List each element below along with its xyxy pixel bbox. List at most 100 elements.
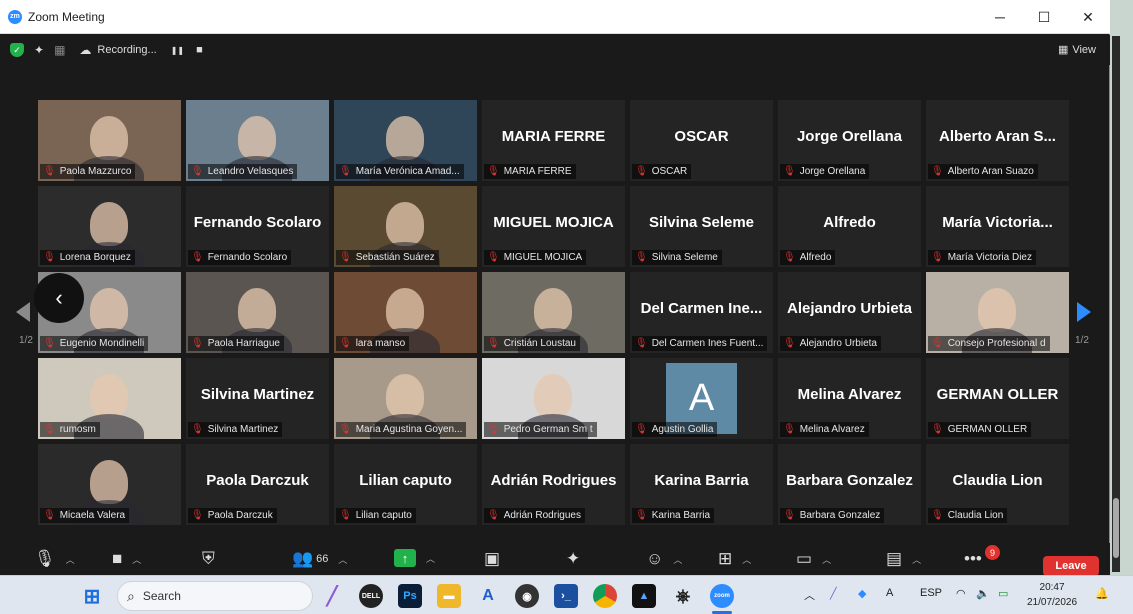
participant-tile[interactable]: 🎙 rumosm	[38, 358, 181, 439]
audio-control[interactable]: 🎙 ︿	[34, 549, 75, 569]
wifi-icon[interactable]: ◠	[956, 587, 966, 600]
more-control[interactable]: •••	[964, 549, 982, 569]
battery-icon[interactable]: ▭	[998, 587, 1008, 600]
apps-grid-icon[interactable]: ▦	[54, 43, 65, 57]
participant-tile[interactable]: Silvina Martinez 🎙 Silvina Martinez	[186, 358, 329, 439]
volume-icon[interactable]: 🔈	[976, 587, 990, 600]
chevron-up-icon[interactable]: ︿	[66, 553, 75, 566]
participant-tile[interactable]: Melina Alvarez 🎙 Melina Alvarez	[778, 358, 921, 439]
participants-control[interactable]: 👥 66 ︿	[292, 549, 347, 569]
window-scrollbar[interactable]	[1112, 36, 1120, 572]
language-bar-icon[interactable]: A	[886, 587, 893, 599]
participant-tile[interactable]: Lilian caputo 🎙 Lilian caputo	[334, 444, 477, 525]
scrollbar-thumb[interactable]	[1113, 498, 1119, 558]
view-button[interactable]: ▦ View	[1058, 43, 1096, 57]
close-button[interactable]: ✕	[1066, 0, 1110, 34]
participant-tile[interactable]: Adrián Rodrigues 🎙 Adrián Rodrigues	[482, 444, 625, 525]
participant-tile[interactable]: Alejandro Urbieta 🎙 Alejandro Urbieta	[778, 272, 921, 353]
camera-icon: ■	[112, 549, 123, 568]
notification-bell-icon[interactable]: 🔔	[1095, 587, 1109, 600]
participant-tile[interactable]: Alfredo 🎙 Alfredo	[778, 186, 921, 267]
participant-tile[interactable]: María Victoria... 🎙 María Victoria Diez	[926, 186, 1069, 267]
start-windows-icon[interactable]: ⊞	[80, 584, 104, 608]
chevron-up-icon[interactable]: ︿	[132, 553, 141, 566]
participant-tile[interactable]: A 🎙 Agustin Gollia	[630, 358, 773, 439]
participant-tile[interactable]: Del Carmen Ine... 🎙 Del Carmen Ines Fuent.…	[630, 272, 773, 353]
file-explorer-icon[interactable]: ▬	[437, 584, 461, 608]
prev-page-arrow-icon[interactable]	[16, 302, 30, 322]
reactions-control[interactable]: ☺ ︿	[646, 549, 682, 569]
participant-tile[interactable]: 🎙 Lorena Borquez	[38, 186, 181, 267]
participant-tile[interactable]: Alberto Aran S... 🎙 Alberto Aran Suazo	[926, 100, 1069, 181]
stop-recording-button[interactable]: ■	[196, 44, 203, 56]
taskbar-search[interactable]: ⌕ Search	[117, 581, 313, 611]
chevron-up-icon[interactable]: ︿	[822, 553, 831, 566]
participant-tile[interactable]: 🎙 Pedro German Sm t	[482, 358, 625, 439]
participant-tile[interactable]: Paola Darczuk 🎙 Paola Darczuk	[186, 444, 329, 525]
participant-tile[interactable]: OSCAR 🎙 OSCAR	[630, 100, 773, 181]
participant-name: Fernando Scolaro	[207, 252, 288, 263]
ai-companion-icon[interactable]: ✦	[34, 43, 44, 57]
system-clock[interactable]: 20:47 21/07/2026	[1027, 580, 1077, 610]
participant-tile[interactable]: 🎙 Cristián Loustau	[482, 272, 625, 353]
chevron-up-icon[interactable]: ︿	[426, 552, 435, 565]
participant-tile[interactable]: 🎙 Consejo Profesional d	[926, 272, 1069, 353]
vector-app-icon[interactable]: ▲	[632, 584, 656, 608]
participant-display-name: Fernando Scolaro	[193, 214, 322, 231]
participant-tile[interactable]: 🎙 Micaela Valera	[38, 444, 181, 525]
participant-tile[interactable]: 🎙 Sebastián Suárez	[334, 186, 477, 267]
pen-tray-icon[interactable]: ╱	[830, 587, 837, 600]
participant-tile[interactable]: Silvina Seleme 🎙 Silvina Seleme	[630, 186, 773, 267]
dell-app-icon[interactable]: DELL	[359, 584, 383, 608]
zoom-taskbar-icon[interactable]: zoom	[710, 584, 734, 608]
input-language-label[interactable]: ESP	[920, 587, 942, 599]
participant-tile[interactable]: GERMAN OLLER 🎙 GERMAN OLLER	[926, 358, 1069, 439]
participant-silhouette	[386, 116, 424, 160]
participant-tile[interactable]: 🎙 María Verónica Amad...	[334, 100, 477, 181]
participant-tile[interactable]: Karina Barria 🎙 Karina Barria	[630, 444, 773, 525]
video-control[interactable]: ■ ︿	[112, 549, 141, 569]
chrome-browser-icon[interactable]	[593, 584, 617, 608]
participant-tile[interactable]: 🎙 Maria Agustina Goyen...	[334, 358, 477, 439]
font-app-icon[interactable]: A	[476, 584, 500, 608]
chevron-up-icon[interactable]: ︿	[742, 553, 751, 566]
participant-tile[interactable]: 🎙 lara manso	[334, 272, 477, 353]
participant-name-caption: 🎙 MIGUEL MOJICA	[484, 250, 587, 265]
camera-app-icon[interactable]: ◉	[515, 584, 539, 608]
participant-tile[interactable]: Fernando Scolaro 🎙 Fernando Scolaro	[186, 186, 329, 267]
whiteboard-control[interactable]: ▭ ︿	[796, 549, 831, 569]
apps-control[interactable]: ⊞ ︿	[718, 549, 751, 569]
muted-mic-icon: 🎙	[931, 338, 944, 349]
participant-tile[interactable]: 🎙 Paola Mazzurco	[38, 100, 181, 181]
photoshop-app-icon[interactable]: Ps	[398, 584, 422, 608]
maximize-button[interactable]: ☐	[1022, 0, 1066, 34]
cloud-tray-icon[interactable]: ◆	[858, 587, 866, 600]
share-screen-control[interactable]: ↑ ︿	[394, 549, 435, 567]
ai-companion-control[interactable]: ✦	[566, 549, 580, 569]
powershell-icon[interactable]: ›_	[554, 584, 578, 608]
participant-tile[interactable]: 🎙 Paola Harriague	[186, 272, 329, 353]
participant-tile[interactable]: Claudia Lion 🎙 Claudia Lion	[926, 444, 1069, 525]
participant-tile[interactable]: MIGUEL MOJICA 🎙 MIGUEL MOJICA	[482, 186, 625, 267]
chatgpt-app-icon[interactable]: ⎈	[671, 584, 695, 608]
encryption-shield-icon[interactable]: ✓	[10, 43, 24, 57]
minimize-button[interactable]: ─	[978, 0, 1022, 34]
participant-name: MIGUEL MOJICA	[503, 252, 583, 263]
participant-tile[interactable]: 🎙 Leandro Velasques	[186, 100, 329, 181]
chevron-up-icon[interactable]: ︿	[673, 553, 682, 566]
leave-button[interactable]: Leave	[1043, 556, 1099, 576]
next-page-arrow-icon[interactable]	[1077, 302, 1091, 322]
chevron-up-icon[interactable]: ︿	[912, 553, 921, 566]
participant-tile[interactable]: Jorge Orellana 🎙 Jorge Orellana	[778, 100, 921, 181]
participant-tile[interactable]: MARIA FERRE 🎙 MARIA FERRE	[482, 100, 625, 181]
pause-recording-button[interactable]: ❚❚	[171, 46, 184, 55]
participant-silhouette	[534, 288, 572, 332]
chevron-up-icon[interactable]: ︿	[338, 553, 347, 566]
participant-tile[interactable]: Barbara Gonzalez 🎙 Barbara Gonzalez	[778, 444, 921, 525]
notes-control[interactable]: ▤ ︿	[886, 549, 921, 569]
prev-page-button[interactable]: ‹	[34, 273, 84, 323]
summary-control[interactable]: ▣	[484, 549, 500, 569]
pen-app-icon[interactable]: ╱	[320, 584, 344, 608]
security-control[interactable]: ⛨	[202, 549, 215, 569]
show-hidden-icons-chevron-icon[interactable]: ︿	[804, 587, 815, 603]
